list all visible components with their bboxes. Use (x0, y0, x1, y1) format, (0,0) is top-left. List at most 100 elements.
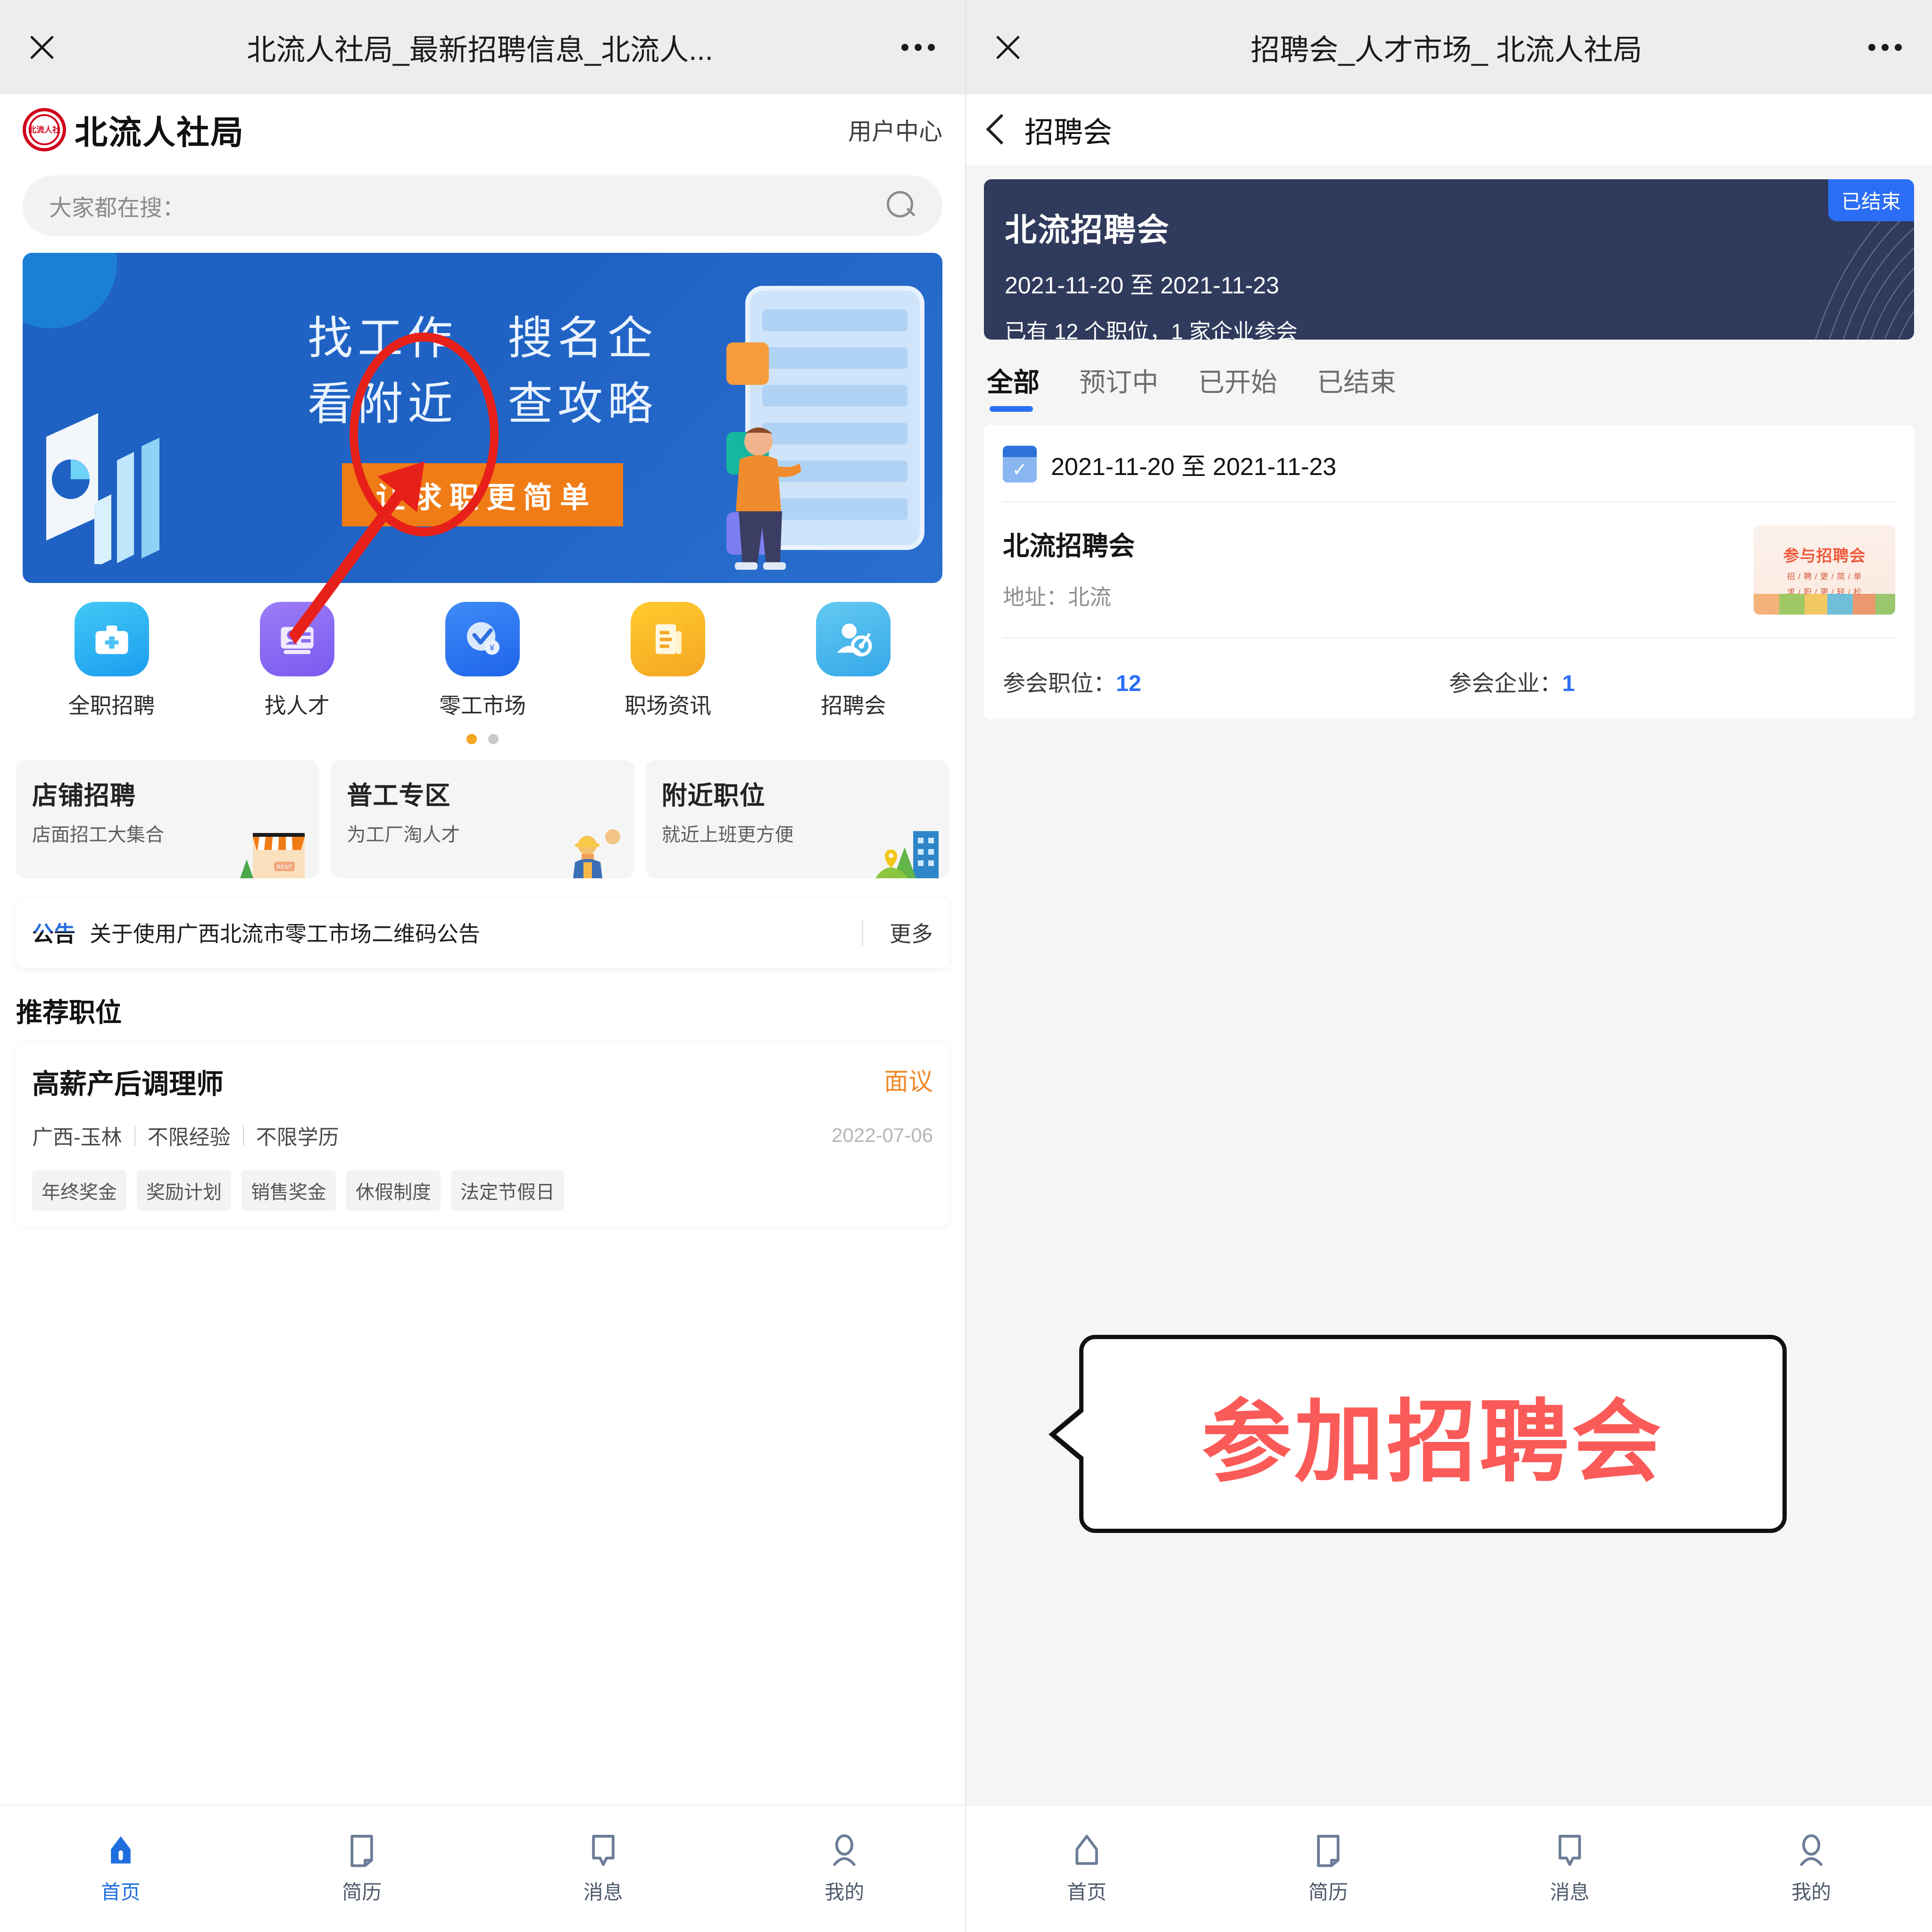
carousel-dot[interactable] (488, 734, 499, 744)
job-tags: 年终奖金 奖励计划 销售奖金 休假制度 法定节假日 (32, 1170, 933, 1211)
nav-title: 招聘会 (1024, 117, 1113, 149)
right-browser-chrome: 招聘会_人才市场_ 北流人社局 (966, 0, 1932, 94)
back-chevron-icon[interactable] (988, 116, 1004, 144)
promo-card-nearby[interactable]: 附近职位 就近上班更方便 (645, 760, 949, 878)
carousel-dots[interactable] (0, 734, 965, 744)
resume-icon (1317, 1834, 1340, 1867)
tab-all[interactable]: 全部 (987, 361, 1040, 412)
quick-item-label: 全职招聘 (68, 693, 155, 718)
left-tabbar: 首页 简历 消息 我的 (0, 1805, 965, 1932)
notice-text[interactable]: 关于使用广西北流市零工市场二维码公告 (90, 917, 836, 948)
stat-jobs-value: 12 (1116, 671, 1141, 696)
tab-mine[interactable]: 我的 (1690, 1833, 1932, 1905)
id-card-icon (259, 602, 334, 676)
hero-banner[interactable]: 找工作 搜名企 看附近 查攻略 让求职更简单 (23, 253, 942, 583)
notice-bar[interactable]: 公告 关于使用广西北流市零工市场二维码公告 更多 (16, 897, 949, 968)
search-icon[interactable] (887, 191, 916, 220)
more-dots-icon[interactable] (901, 43, 940, 51)
svg-text:¥: ¥ (489, 642, 495, 652)
event-hero-card[interactable]: 北流招聘会 2021-11-20 至 2021-11-23 已有 12 个职位，… (984, 179, 1914, 340)
tab-ended[interactable]: 已结束 (1317, 361, 1396, 412)
left-screen: 北流人社局_最新招聘信息_北流人... 北流人社 北流人社局 用户中心 大家都在… (0, 0, 966, 1932)
callout-text: 参加招聘会 (1201, 1392, 1664, 1492)
filter-tabs: 全部 预订中 已开始 已结束 (966, 340, 1932, 412)
fair-card[interactable]: 2021-11-20 至 2021-11-23 北流招聘会 地址：北流 参与招聘… (984, 425, 1914, 719)
right-page-title: 招聘会_人才市场_ 北流人社局 (1250, 34, 1642, 67)
fair-stats: 参会职位：12 参会企业：1 (1003, 637, 1895, 719)
left-page-title: 北流人社局_最新招聘信息_北流人... (247, 34, 713, 67)
tab-booking[interactable]: 预订中 (1079, 361, 1158, 412)
tab-mine[interactable]: 我的 (724, 1833, 966, 1905)
divider (134, 1125, 135, 1146)
tab-label: 消息 (1549, 1881, 1590, 1903)
section-title-recommended: 推荐职位 (16, 998, 122, 1027)
promo-card-shop[interactable]: 店铺招聘 店面招工大集合 RENT (16, 760, 320, 878)
quick-item-job-fair[interactable]: 招聘会 (761, 602, 946, 720)
close-icon[interactable] (991, 31, 1024, 64)
fair-date-row: 2021-11-20 至 2021-11-23 (1003, 425, 1895, 502)
person-illustration (735, 427, 801, 570)
thumb-sub-1: 招 / 聘 / 更 / 简 / 单 (1787, 572, 1862, 581)
quick-item-full-time[interactable]: 全职招聘 (19, 602, 204, 720)
fair-body: 北流招聘会 地址：北流 参与招聘会 招 / 聘 / 更 / 简 / 单 求 / … (1003, 502, 1895, 615)
tab-label: 首页 (100, 1881, 141, 1903)
tab-resume[interactable]: 简历 (1208, 1833, 1449, 1905)
close-icon[interactable] (25, 31, 58, 64)
fair-name: 北流招聘会 (1003, 531, 1135, 561)
quick-item-label: 职场资讯 (625, 693, 712, 718)
news-icon (631, 602, 706, 676)
quick-item-label: 零工市场 (439, 693, 526, 718)
right-screen: 招聘会_人才市场_ 北流人社局 招聘会 北流招聘会 2021-11-20 至 2… (966, 0, 1932, 1932)
tab-started[interactable]: 已开始 (1198, 361, 1277, 412)
job-tag: 休假制度 (346, 1170, 441, 1211)
page-nav: 招聘会 (966, 94, 1932, 165)
quick-item-gig-market[interactable]: ¥ 零工市场 (390, 602, 575, 720)
job-salary: 面议 (883, 1068, 933, 1096)
divider (242, 1125, 244, 1146)
seal-text: 北流人社 (28, 125, 60, 134)
tab-message[interactable]: 消息 (1449, 1833, 1690, 1905)
notice-more-link[interactable]: 更多 (890, 917, 933, 948)
tab-home[interactable]: 首页 (966, 1833, 1208, 1905)
quick-item-find-talent[interactable]: 找人才 (204, 602, 390, 720)
home-icon (110, 1836, 131, 1864)
promo-title: 附近职位 (661, 782, 766, 810)
quick-item-label: 找人才 (264, 693, 330, 718)
job-tag: 销售奖金 (242, 1170, 336, 1211)
job-location: 广西-玉林 (32, 1126, 122, 1149)
user-center-link[interactable]: 用户中心 (848, 113, 942, 147)
search-input[interactable]: 大家都在搜： (23, 175, 942, 236)
tab-resume[interactable]: 简历 (242, 1833, 483, 1905)
user-icon (833, 1834, 856, 1866)
app-header: 北流人社 北流人社局 用户中心 (0, 94, 965, 165)
annotation-callout: 参加招聘会 (1049, 1335, 1787, 1533)
carousel-dot-active[interactable] (466, 734, 477, 744)
promo-title: 普工专区 (347, 782, 451, 810)
quick-item-career-news[interactable]: 职场资讯 (575, 602, 761, 720)
thumb-title: 参与招聘会 (1783, 547, 1866, 565)
divider (862, 919, 863, 946)
hero-text: 找工作 搜名企 看附近 查攻略 (23, 306, 942, 437)
fair-address: 地址：北流 (1003, 585, 1111, 609)
dual-screenshot: 北流人社局_最新招聘信息_北流人... 北流人社 北流人社局 用户中心 大家都在… (0, 0, 1932, 1932)
job-education: 不限学历 (256, 1126, 339, 1149)
right-body: 北流招聘会 2021-11-20 至 2021-11-23 已有 12 个职位，… (966, 165, 1932, 1932)
tab-home[interactable]: 首页 (0, 1833, 242, 1905)
hero-cta-button[interactable]: 让求职更简单 (341, 463, 624, 526)
job-card[interactable]: 高薪产后调理师 面议 广西-玉林 不限经验 不限学历 2022-07-06 年终… (16, 1043, 949, 1227)
more-dots-icon[interactable] (1868, 43, 1907, 51)
fair-thumbnail[interactable]: 参与招聘会 招 / 聘 / 更 / 简 / 单 求 / 职 / 更 / 轻 / … (1754, 525, 1895, 615)
promo-title: 店铺招聘 (32, 782, 136, 810)
map-buildings-illustration (875, 831, 939, 878)
fair-list: 2021-11-20 至 2021-11-23 北流招聘会 地址：北流 参与招聘… (966, 412, 1932, 719)
right-tabbar: 首页 简历 消息 我的 (966, 1805, 1932, 1932)
job-card-header: 高薪产后调理师 面议 (32, 1062, 933, 1101)
promo-card-factory[interactable]: 普工专区 为工厂淘人才 (331, 760, 634, 878)
worker-illustration (573, 829, 620, 878)
job-tag: 年终奖金 (32, 1170, 126, 1211)
promo-card-row: 店铺招聘 店面招工大集合 RENT 普工专区 为工厂淘人才 附近职位 就近上班更… (0, 744, 965, 878)
quick-item-label: 招聘会 (821, 693, 886, 718)
stat-companies-label: 参会企业： (1449, 671, 1563, 696)
hero-line-1: 找工作 搜名企 (308, 313, 658, 364)
tab-message[interactable]: 消息 (483, 1833, 724, 1905)
